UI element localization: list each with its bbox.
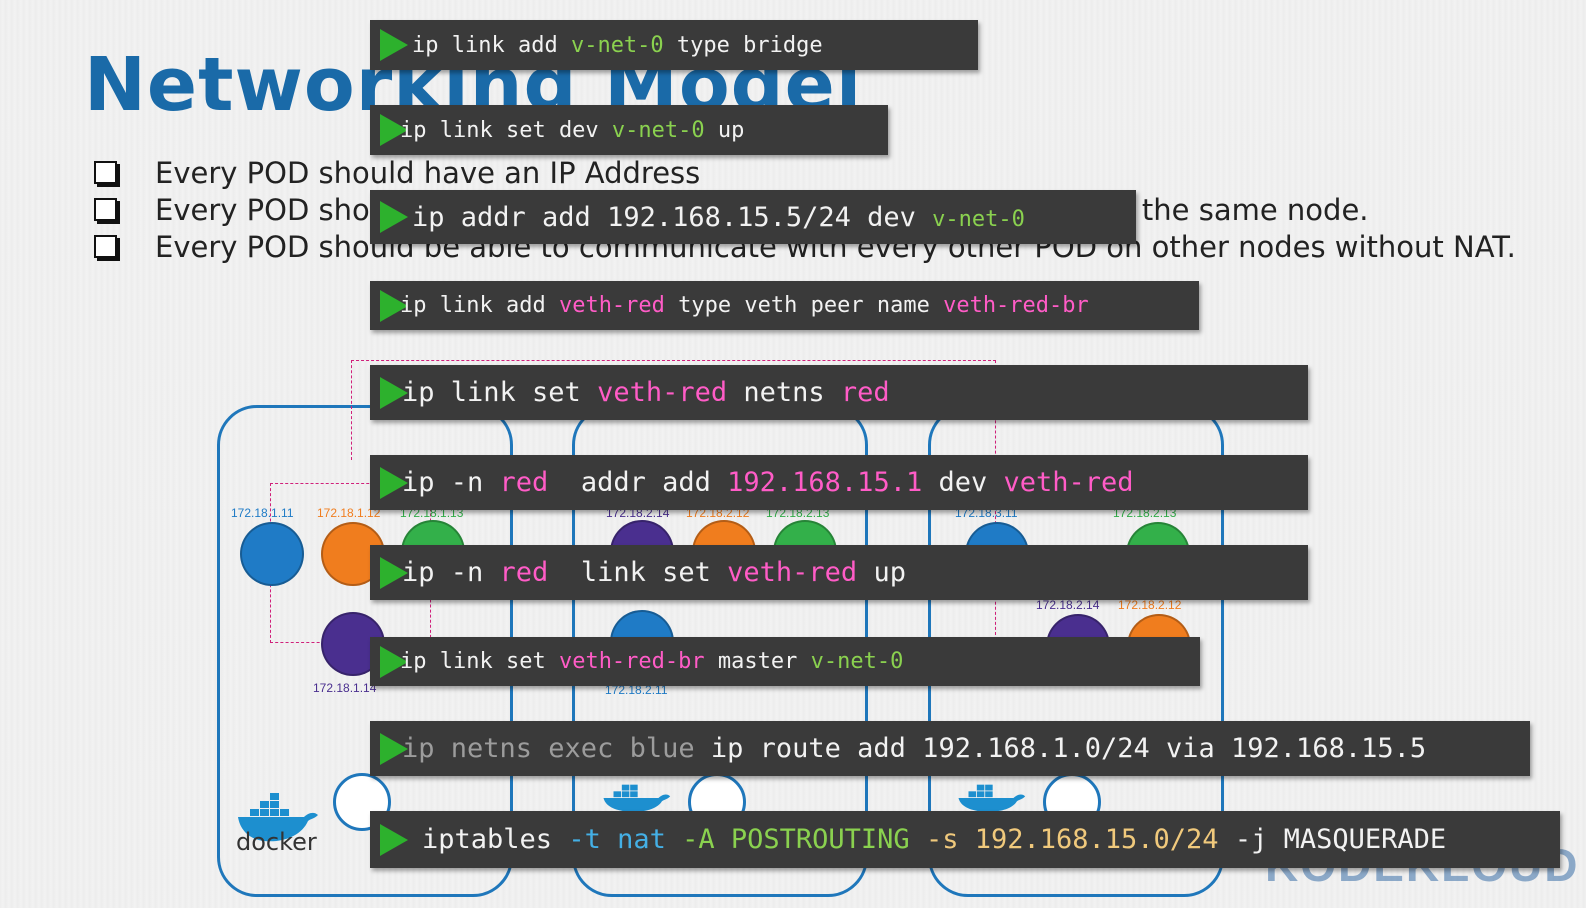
command-bar: ip -n red link set veth-red up [370, 545, 1308, 600]
play-icon [380, 29, 408, 61]
command-text: ip netns exec blue ip route add 192.168.… [402, 733, 1427, 764]
command-text: iptables -t nat -A POSTROUTING -s 192.16… [422, 824, 1447, 855]
bullet-text: Every POD should have an IP Address [155, 156, 701, 190]
docker-label: docker [236, 828, 317, 856]
command-bar: ip link set veth-red-br master v-net-0 [370, 637, 1200, 686]
checkbox-bullet-icon [94, 197, 117, 221]
dashed-link [351, 360, 996, 361]
play-icon [380, 201, 408, 233]
bullet-item: Every POD should have an IP Address [92, 155, 1516, 192]
pod-ip-label: 172.18.1.14 [313, 681, 377, 695]
command-bar: ip link add v-net-0 type bridge [370, 20, 978, 70]
docker-whale-icon [603, 784, 671, 812]
command-bar: ip addr add 192.168.15.5/24 dev v-net-0 [370, 190, 1136, 244]
command-text: ip addr add 192.168.15.5/24 dev v-net-0 [412, 201, 1025, 233]
dashed-link [351, 360, 352, 460]
command-text: ip link set dev v-net-0 up [400, 117, 745, 143]
command-text: ip link set veth-red-br master v-net-0 [400, 649, 904, 674]
command-text: ip -n red addr add 192.168.15.1 dev veth… [402, 467, 1134, 498]
command-bar: ip netns exec blue ip route add 192.168.… [370, 721, 1530, 776]
docker-whale-icon [958, 784, 1026, 812]
pod-ip-label: 172.18.1.11 [231, 506, 294, 520]
checkbox-bullet-icon [94, 160, 117, 184]
command-bar: iptables -t nat -A POSTROUTING -s 192.16… [370, 811, 1560, 868]
command-text: ip link set veth-red netns red [402, 377, 890, 408]
command-text: ip -n red link set veth-red up [402, 557, 906, 588]
checkbox-bullet-icon [94, 234, 117, 258]
command-bar: ip link set veth-red netns red [370, 365, 1308, 420]
pod-blue [240, 522, 304, 586]
command-bar: ip link set dev v-net-0 up [370, 105, 888, 155]
command-text: ip link add veth-red type veth peer name… [400, 293, 1089, 318]
pod-ip-label: 172.18.2.14 [1036, 598, 1100, 612]
pod-ip-label: 172.18.2.12 [1118, 598, 1182, 612]
command-bar: ip link add veth-red type veth peer name… [370, 281, 1199, 330]
command-bar: ip -n red addr add 192.168.15.1 dev veth… [370, 455, 1308, 510]
play-icon [380, 823, 408, 856]
command-text: ip link add v-net-0 type bridge [412, 32, 823, 58]
